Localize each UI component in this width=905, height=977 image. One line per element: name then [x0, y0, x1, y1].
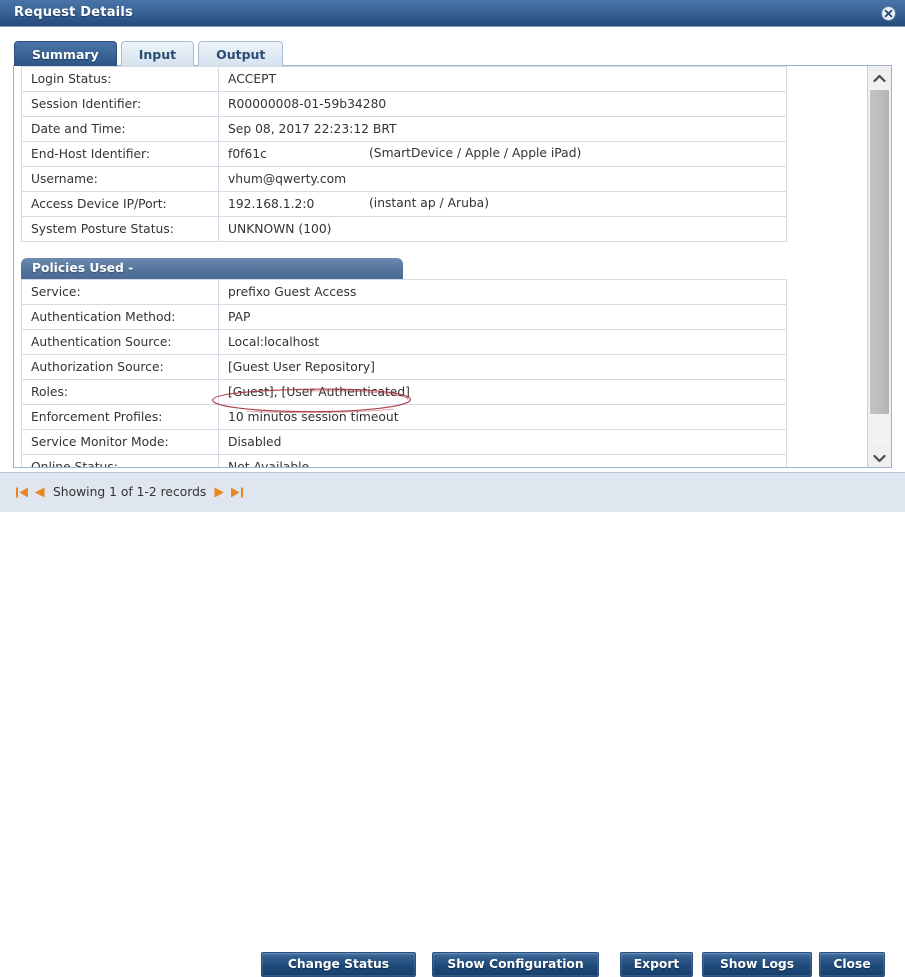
dialog-footer: Showing 1 of 1-2 records Change Status S…	[0, 472, 905, 977]
summary-scroll-content: Login Status: ACCEPT Session Identifier:…	[14, 66, 867, 467]
row-value-text: f0f61c	[228, 147, 267, 161]
row-key: Access Device IP/Port:	[21, 191, 219, 217]
row-key: Username:	[21, 166, 219, 192]
close-button[interactable]: Close	[819, 952, 885, 977]
row-value-text: UNKNOWN (100)	[228, 222, 332, 236]
dialog-titlebar: Request Details	[0, 0, 905, 27]
tab-summary-label: Summary	[32, 47, 99, 62]
summary-panel: Login Status: ACCEPT Session Identifier:…	[13, 65, 892, 468]
row-value: R00000008-01-59b34280	[218, 91, 787, 117]
row-value-extra: (instant ap / Aruba)	[369, 196, 489, 210]
row-value: UNKNOWN (100)	[218, 216, 787, 242]
row-value: Disabled	[218, 429, 787, 455]
first-page-icon[interactable]	[15, 486, 30, 499]
row-value-enforcement-profiles: 10 minutos session timeout	[218, 404, 787, 430]
table-row: Date and Time: Sep 08, 2017 22:23:12 BRT	[21, 116, 787, 142]
row-key: Service Monitor Mode:	[21, 429, 219, 455]
scroll-down-button[interactable]	[868, 446, 891, 467]
row-key: Enforcement Profiles:	[21, 404, 219, 430]
row-key: Authorization Source:	[21, 354, 219, 380]
table-row: System Posture Status: UNKNOWN (100)	[21, 216, 787, 242]
row-value: vhum@qwerty.com	[218, 166, 787, 192]
row-value: [Guest], [User Authenticated]	[218, 379, 787, 405]
table-row: Roles: [Guest], [User Authenticated]	[21, 379, 787, 405]
change-status-button[interactable]: Change Status	[261, 952, 416, 977]
tab-input[interactable]: Input	[120, 41, 195, 66]
row-value: 192.168.1.2:0 (instant ap / Aruba)	[218, 191, 787, 217]
table-row: Authorization Source: [Guest User Reposi…	[21, 354, 787, 380]
next-page-icon[interactable]	[212, 486, 227, 499]
row-value-extra: (SmartDevice / Apple / Apple iPad)	[369, 146, 582, 160]
tab-input-label: Input	[138, 47, 177, 62]
row-key: Login Status:	[21, 66, 219, 92]
row-value: PAP	[218, 304, 787, 330]
vertical-scrollbar[interactable]	[867, 66, 891, 467]
chevron-down-icon	[873, 452, 886, 466]
row-key: System Posture Status:	[21, 216, 219, 242]
summary-detail-table: Login Status: ACCEPT Session Identifier:…	[21, 66, 787, 242]
table-row: End-Host Identifier: f0f61c (SmartDevice…	[21, 141, 787, 167]
row-value: ACCEPT	[218, 66, 787, 92]
row-value: [Guest User Repository]	[218, 354, 787, 380]
row-key: Date and Time:	[21, 116, 219, 142]
export-button[interactable]: Export	[620, 952, 693, 977]
pagination-label: Showing 1 of 1-2 records	[53, 485, 207, 499]
table-row: Username: vhum@qwerty.com	[21, 166, 787, 192]
policies-used-header-label: Policies Used -	[32, 261, 134, 275]
table-row: Access Device IP/Port: 192.168.1.2:0 (in…	[21, 191, 787, 217]
tab-output[interactable]: Output	[198, 41, 284, 66]
table-row: Online Status: Not Available	[21, 454, 787, 467]
table-row: Authentication Method: PAP	[21, 304, 787, 330]
row-value: Sep 08, 2017 22:23:12 BRT	[218, 116, 787, 142]
row-value-text: vhum@qwerty.com	[228, 172, 347, 186]
table-row: Service: prefixo Guest Access	[21, 279, 787, 305]
table-row: Service Monitor Mode: Disabled	[21, 429, 787, 455]
row-value-text: ACCEPT	[228, 72, 277, 86]
pagination-control: Showing 1 of 1-2 records	[14, 483, 245, 502]
table-row: Authentication Source: Local:localhost	[21, 329, 787, 355]
tab-output-label: Output	[216, 47, 266, 62]
row-key: Authentication Source:	[21, 329, 219, 355]
row-key: Authentication Method:	[21, 304, 219, 330]
show-configuration-button[interactable]: Show Configuration	[432, 952, 599, 977]
row-key: Roles:	[21, 379, 219, 405]
dialog-title: Request Details	[14, 5, 133, 20]
row-value: f0f61c (SmartDevice / Apple / Apple iPad…	[218, 141, 787, 167]
row-key: Online Status:	[21, 454, 219, 467]
row-key: End-Host Identifier:	[21, 141, 219, 167]
chevron-up-icon	[873, 72, 886, 86]
request-details-dialog: Request Details Summary Input Output Log…	[0, 0, 905, 977]
row-value: Local:localhost	[218, 329, 787, 355]
row-value-text: 192.168.1.2:0	[228, 197, 315, 211]
table-row: Login Status: ACCEPT	[21, 66, 787, 92]
tab-bar: Summary Input Output	[14, 40, 287, 66]
tab-summary[interactable]: Summary	[14, 41, 117, 66]
policies-used-header[interactable]: Policies Used -	[21, 258, 403, 279]
last-page-icon[interactable]	[229, 486, 244, 499]
table-row: Enforcement Profiles: 10 minutos session…	[21, 404, 787, 430]
scrollbar-thumb[interactable]	[870, 90, 889, 414]
row-key: Service:	[21, 279, 219, 305]
row-value-text: Sep 08, 2017 22:23:12 BRT	[228, 122, 397, 136]
row-key: Session Identifier:	[21, 91, 219, 117]
row-value-text: R00000008-01-59b34280	[228, 97, 387, 111]
table-row: Session Identifier: R00000008-01-59b3428…	[21, 91, 787, 117]
row-value: Not Available	[218, 454, 787, 467]
scroll-up-button[interactable]	[868, 66, 891, 87]
show-logs-button[interactable]: Show Logs	[702, 952, 812, 977]
policies-detail-table: Service: prefixo Guest Access Authentica…	[21, 279, 787, 467]
row-value: prefixo Guest Access	[218, 279, 787, 305]
close-icon[interactable]	[881, 6, 896, 21]
previous-page-icon[interactable]	[32, 486, 47, 499]
